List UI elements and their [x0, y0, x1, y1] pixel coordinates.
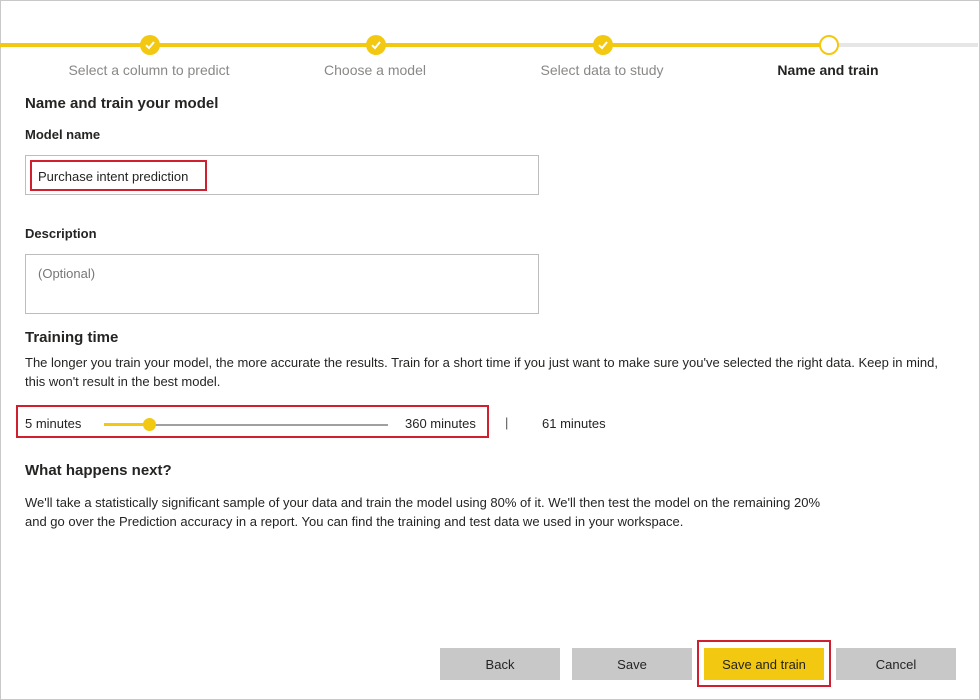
save-and-train-highlight [697, 640, 831, 687]
training-time-value: 61 minutes [542, 416, 606, 431]
training-time-slider-thumb[interactable] [142, 418, 156, 431]
description-field[interactable] [25, 254, 539, 314]
step-4-current-indicator [819, 35, 839, 55]
slider-max-label: 360 minutes [405, 416, 476, 431]
step-4-label: Name and train [777, 62, 879, 78]
model-name-label: Model name [25, 127, 101, 142]
training-time-description: The longer you train your model, the mor… [25, 355, 938, 389]
training-time-title: Training time [25, 329, 119, 346]
step-2-label[interactable]: Choose a model [265, 62, 485, 78]
slider-separator: | [505, 415, 509, 430]
page-title: Name and train your model [25, 95, 219, 112]
what-happens-next-title: What happens next? [25, 462, 172, 479]
step-1-label[interactable]: Select a column to predict [39, 62, 259, 78]
slider-min-label: 5 minutes [25, 416, 82, 431]
step-2-check-icon [366, 35, 386, 55]
step-1-check-icon [140, 35, 160, 55]
cancel-button[interactable]: Cancel [836, 648, 956, 680]
what-happens-next-text: We'll take a statistically significant s… [25, 495, 821, 529]
description-label: Description [25, 226, 97, 241]
step-3-label[interactable]: Select data to study [492, 62, 712, 78]
stepper-progress-track [0, 43, 829, 47]
save-button[interactable]: Save [572, 648, 692, 680]
step-3-check-icon [593, 35, 613, 55]
model-name-highlight [30, 160, 207, 191]
stepper-remaining-track [829, 43, 978, 47]
description-placeholder: (Optional) [38, 266, 96, 281]
back-button[interactable]: Back [440, 648, 560, 680]
